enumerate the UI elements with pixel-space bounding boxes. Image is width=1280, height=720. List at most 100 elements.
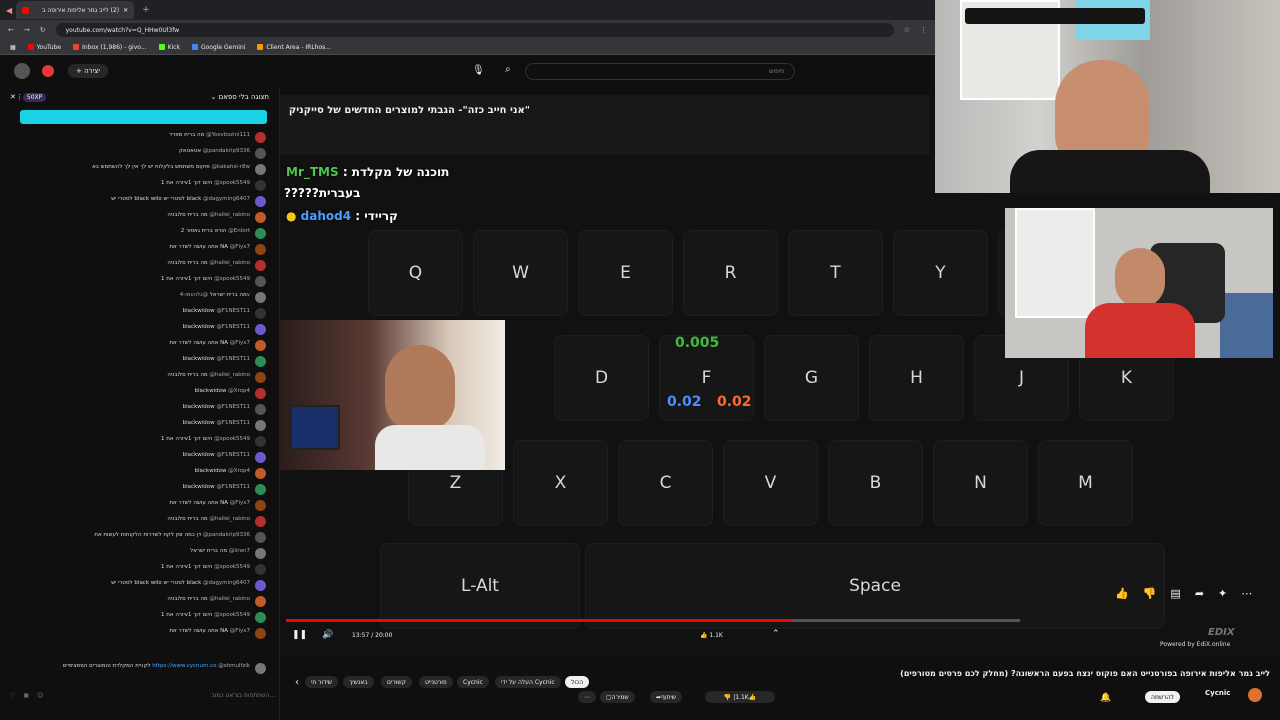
chip[interactable]: שידור חי (305, 676, 339, 688)
notifications-icon[interactable] (42, 65, 54, 77)
powered-by: Powered by EdiX.online (1160, 641, 1231, 648)
bookmark-gemini[interactable]: Google Gemini (191, 44, 245, 51)
chat-menu-icon[interactable]: ⋮ (16, 93, 23, 101)
chat-message: מה ברית סלובניה @hallel_rabino (20, 596, 270, 607)
chat-message: מה ברית סלובניה @hallel_rabino (20, 260, 270, 271)
like-icon[interactable]: 👍 (1115, 587, 1129, 600)
channel-avatar[interactable] (1248, 688, 1262, 702)
chat-message: לסטרי יש black wilo לסטרי יש black @dagy… (20, 580, 270, 591)
apps-icon[interactable]: ▦ (10, 44, 16, 51)
avatar (255, 548, 266, 559)
subscribe-button[interactable]: להרשמה (1145, 691, 1180, 703)
avatar (255, 324, 266, 335)
comment-icon[interactable]: ▤ (1170, 587, 1180, 600)
reactor-shirt (1085, 303, 1195, 358)
forward-icon[interactable]: → (24, 26, 30, 34)
more-icon[interactable]: ⋯ (1241, 587, 1252, 600)
chat-message: אתה עושה לשדר את NA @Flyx7 (20, 500, 270, 511)
chip-prev-icon[interactable]: ‹ (295, 677, 299, 688)
chip[interactable]: באנשיך (343, 676, 374, 688)
message-user: @Yosvbszini111 (206, 132, 250, 138)
chip[interactable]: Cycnic (457, 676, 489, 688)
channel-name[interactable]: Cycnic (1205, 689, 1230, 697)
message-text: יורה את 1v1 היום דוך (161, 180, 213, 186)
chat-message: מה ברית ישראל @גלוהומו-4v (20, 292, 270, 303)
new-tab-icon[interactable]: + (142, 5, 150, 15)
bell-icon[interactable]: 🔔 (1100, 693, 1111, 703)
message-text: אתה עושה לשדר את NA (169, 340, 229, 346)
avatar (255, 228, 266, 239)
message-user: @spook5549 (214, 564, 250, 570)
message-user: @spook5549 (214, 436, 250, 442)
chat-message: אטאטאק @pandakrip9336 (20, 148, 270, 159)
like-count: 1.1K (709, 632, 723, 639)
message-user: @pandakrip9336 (202, 148, 250, 154)
bookmark-label: Client Area - IRLhos... (266, 43, 331, 51)
url-field[interactable]: youtube.com/watch?v=Q_HHw0Ul3fw (55, 23, 894, 37)
share-icon[interactable]: ➦ (1195, 587, 1204, 600)
chat-message: מה ברית סלובניה @hallel_rabino (20, 516, 270, 527)
chat-input[interactable]: השתתפות בצ'אט כמוב... (51, 692, 275, 699)
chip[interactable]: העלה על ידי Cycnic (495, 676, 561, 688)
message-user: @F1NEST11 (216, 484, 250, 490)
share-button[interactable]: ➦ שיתוף (650, 691, 683, 703)
emoji-icon[interactable]: ☺ (37, 692, 43, 699)
avatar[interactable] (14, 63, 30, 79)
progress-track[interactable] (286, 619, 1020, 622)
avatar (255, 148, 266, 159)
play-pause-icon[interactable]: ❚❚ (292, 630, 307, 640)
message-link[interactable]: https://www.cycnum.co (152, 663, 216, 669)
key-t: T (788, 230, 883, 316)
search-input[interactable]: חיפוש (525, 63, 795, 80)
bookmark-kick[interactable]: Kick (158, 44, 180, 51)
bookmark-label: YouTube (36, 43, 62, 51)
message-text: blackwidow (182, 452, 215, 458)
message-text: דן כמה זמן לקח לשדרות הלקוחות לעשות את (94, 532, 202, 538)
chat-mode-dropdown[interactable]: ⌄ תצוגה בלי ספאם (211, 93, 270, 101)
chip[interactable]: פורטנייט (419, 676, 453, 688)
message-user: @F1NEST11 (216, 452, 250, 458)
reload-icon[interactable]: ↻ (40, 26, 46, 34)
tab-audio-icon[interactable]: ◀ (6, 6, 12, 15)
pinned-banner[interactable] (20, 110, 267, 124)
bed (1220, 293, 1273, 358)
key-m: M (1038, 440, 1133, 526)
bookmark-irlhosting[interactable]: Client Area - IRLhos... (257, 44, 331, 51)
dislike-icon[interactable]: 👎 (1143, 587, 1157, 600)
youtube-header: + יצירה 🎙 ⌕ חיפוש (0, 55, 935, 87)
avatar (255, 628, 266, 639)
browser-tab[interactable]: (2) לייב גמר אליפות אירופה ב ✕ (16, 1, 135, 19)
chip[interactable]: קשורים (381, 676, 412, 688)
super-chat-icon[interactable]: ▣ (23, 692, 29, 699)
volume-icon[interactable]: 🔊 (322, 630, 333, 640)
extensions-icon[interactable]: ⋮ (920, 26, 927, 34)
bookmark-youtube[interactable]: YouTube (27, 43, 62, 51)
message-text: blackwidow (194, 388, 227, 394)
key-y: Y (893, 230, 988, 316)
save-button[interactable]: ▢ שמירה (600, 691, 635, 703)
back-icon[interactable]: ← (8, 26, 14, 34)
chat-message: יורה את 1v1 היום דוך @spook5549 (20, 436, 270, 447)
close-tab-icon[interactable]: ✕ (123, 7, 128, 14)
chip[interactable]: הכול (565, 676, 590, 688)
bookmark-star-icon[interactable]: ☆ (904, 26, 910, 34)
save-label: שמירה (611, 693, 629, 701)
bookmark-gmail[interactable]: Inbox (1,986) - givo... (73, 44, 147, 51)
message-user: @Flyx7 (229, 244, 250, 250)
side-actions: 👍 👎 ▤ ➦ ✦ ⋯ (1115, 587, 1252, 600)
mic-icon[interactable]: 🎙 (472, 65, 485, 76)
like-dislike-button[interactable]: 👎 | 1.1K 👍 (705, 691, 775, 703)
key-b: B (828, 440, 923, 526)
message-text: פוקוס משתמש בלקלות יש לך אין לך להשתמש ב… (92, 164, 210, 170)
search-icon[interactable]: ⌕ (505, 64, 511, 75)
avatar (255, 564, 266, 575)
chevron-up-icon[interactable]: ⌃ (772, 629, 780, 639)
heart-icon[interactable]: ♡ (10, 692, 15, 699)
key-n: N (933, 440, 1028, 526)
sparkle-icon[interactable]: ✦ (1218, 587, 1227, 600)
message-text: אתה עושה לשדר את NA (169, 500, 229, 506)
message-text: יורה את 1v1 היום דוך (161, 564, 213, 570)
more-actions-button[interactable]: ⋯ (578, 691, 596, 703)
message-text: מה ברית מפרד (169, 132, 205, 138)
create-button[interactable]: + יצירה (68, 64, 108, 78)
